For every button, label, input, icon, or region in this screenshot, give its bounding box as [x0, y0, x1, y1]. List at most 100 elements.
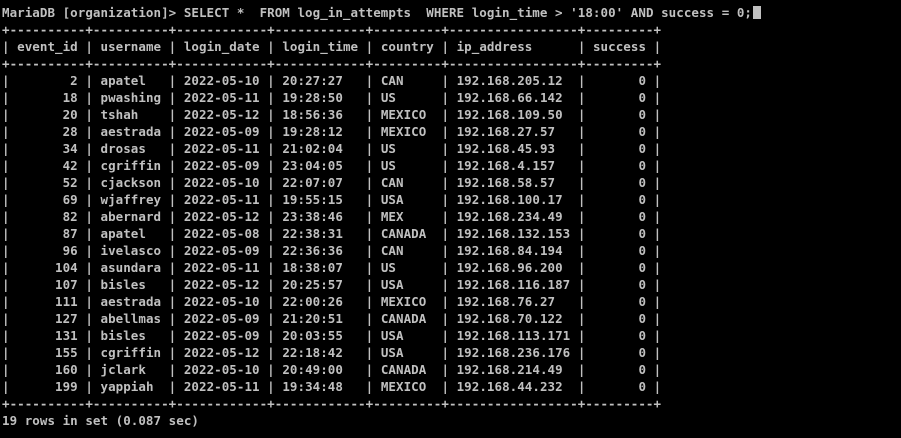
cell-ip-address: 192.168.113.171 — [456, 328, 571, 343]
cell-ip-address: 192.168.66.142 — [456, 90, 571, 105]
cell-login-date: 2022-05-10 — [183, 175, 260, 190]
cell-event-id: 87 — [17, 226, 78, 241]
cell-login-time: 22:36:36 — [282, 243, 359, 258]
cell-login-date: 2022-05-11 — [183, 379, 260, 394]
table-row: | 96 | ivelasco | 2022-05-09 | 22:36:36 … — [2, 243, 662, 258]
cell-ip-address: 192.168.76.27 — [456, 294, 571, 309]
cell-login-time: 18:38:07 — [282, 260, 359, 275]
cell-event-id: 107 — [17, 277, 78, 292]
cell-country: USA — [380, 345, 434, 360]
cell-event-id: 199 — [17, 379, 78, 394]
cell-country: CAN — [380, 73, 434, 88]
cell-login-date: 2022-05-12 — [183, 107, 260, 122]
cell-login-date: 2022-05-10 — [183, 294, 260, 309]
table-row: | 34 | drosas | 2022-05-11 | 21:02:04 | … — [2, 141, 662, 156]
cell-username: yappiah — [100, 379, 162, 394]
cell-login-time: 22:00:26 — [282, 294, 359, 309]
cell-ip-address: 192.168.70.122 — [456, 311, 571, 326]
cell-event-id: 160 — [17, 362, 78, 377]
cell-event-id: 96 — [17, 243, 78, 258]
cell-success: 0 — [592, 362, 647, 377]
cell-event-id: 28 — [17, 124, 78, 139]
cell-success: 0 — [592, 345, 647, 360]
cell-login-time: 19:34:48 — [282, 379, 359, 394]
table-header-row: | event_id | username | login_date | log… — [2, 39, 662, 54]
cell-login-time: 22:38:31 — [282, 226, 359, 241]
cell-success: 0 — [592, 260, 647, 275]
cell-login-date: 2022-05-10 — [183, 362, 260, 377]
cell-username: aestrada — [100, 124, 162, 139]
cell-event-id: 69 — [17, 192, 78, 207]
cell-username: cjackson — [100, 175, 162, 190]
column-header-login-time: login_time — [282, 39, 359, 54]
cell-ip-address: 192.168.45.93 — [456, 141, 571, 156]
cell-login-date: 2022-05-09 — [183, 311, 260, 326]
cell-success: 0 — [592, 277, 647, 292]
cell-login-date: 2022-05-09 — [183, 243, 260, 258]
cell-event-id: 131 — [17, 328, 78, 343]
table-row: | 199 | yappiah | 2022-05-11 | 19:34:48 … — [2, 379, 662, 394]
cell-country: MEXICO — [380, 124, 434, 139]
cell-login-date: 2022-05-11 — [183, 90, 260, 105]
cell-success: 0 — [592, 379, 647, 394]
prompt: MariaDB [organization]> — [2, 5, 184, 20]
cell-country: MEX — [380, 209, 434, 224]
cell-success: 0 — [592, 226, 647, 241]
cell-login-time: 18:56:36 — [282, 107, 359, 122]
table-header-divider: +----------+----------+------------+----… — [2, 56, 662, 71]
cell-login-time: 19:28:12 — [282, 124, 359, 139]
cell-login-time: 23:38:46 — [282, 209, 359, 224]
cell-ip-address: 192.168.100.17 — [456, 192, 571, 207]
cell-username: tshah — [100, 107, 162, 122]
cell-username: apatel — [100, 73, 162, 88]
cell-country: MEXICO — [380, 107, 434, 122]
cell-username: abernard — [100, 209, 162, 224]
cell-ip-address: 192.168.4.157 — [456, 158, 571, 173]
cell-success: 0 — [592, 90, 647, 105]
table-row: | 155 | cgriffin | 2022-05-12 | 22:18:42… — [2, 345, 662, 360]
cell-username: bisles — [100, 328, 162, 343]
table-row: | 18 | pwashing | 2022-05-11 | 19:28:50 … — [2, 90, 662, 105]
cell-event-id: 104 — [17, 260, 78, 275]
sql-command: SELECT * FROM log_in_attempts WHERE logi… — [183, 5, 752, 20]
cell-ip-address: 192.168.96.200 — [456, 260, 571, 275]
cell-username: aestrada — [100, 294, 162, 309]
cell-success: 0 — [592, 243, 647, 258]
cell-country: CANADA — [380, 311, 434, 326]
table-row: | 87 | apatel | 2022-05-08 | 22:38:31 | … — [2, 226, 662, 241]
cell-country: USA — [380, 277, 434, 292]
cell-login-time: 23:04:05 — [282, 158, 359, 173]
cell-login-date: 2022-05-10 — [183, 73, 260, 88]
cell-login-date: 2022-05-12 — [183, 345, 260, 360]
cell-login-time: 21:20:51 — [282, 311, 359, 326]
cell-login-time: 20:03:55 — [282, 328, 359, 343]
terminal-window[interactable]: MariaDB [organization]> SELECT * FROM lo… — [0, 0, 901, 438]
cell-login-date: 2022-05-12 — [183, 209, 260, 224]
cell-event-id: 82 — [17, 209, 78, 224]
cell-login-time: 19:28:50 — [282, 90, 359, 105]
cell-login-time: 19:55:15 — [282, 192, 359, 207]
cell-country: MEXICO — [380, 294, 434, 309]
cell-ip-address: 192.168.205.12 — [456, 73, 571, 88]
table-row: | 127 | abellmas | 2022-05-09 | 21:20:51… — [2, 311, 662, 326]
cell-ip-address: 192.168.44.232 — [456, 379, 571, 394]
cell-username: drosas — [100, 141, 162, 156]
command-line[interactable]: MariaDB [organization]> SELECT * FROM lo… — [2, 4, 761, 21]
cell-event-id: 127 — [17, 311, 78, 326]
text-cursor — [753, 6, 761, 19]
cell-ip-address: 192.168.58.57 — [456, 175, 571, 190]
cell-event-id: 42 — [17, 158, 78, 173]
cell-country: CANADA — [380, 362, 434, 377]
cell-country: CANADA — [380, 226, 434, 241]
cell-username: apatel — [100, 226, 162, 241]
cell-login-date: 2022-05-12 — [183, 277, 260, 292]
table-row: | 104 | asundara | 2022-05-11 | 18:38:07… — [2, 260, 662, 275]
cell-success: 0 — [592, 328, 647, 343]
cell-event-id: 20 — [17, 107, 78, 122]
table-row: | 42 | cgriffin | 2022-05-09 | 23:04:05 … — [2, 158, 662, 173]
cell-ip-address: 192.168.116.187 — [456, 277, 571, 292]
table-row: | 52 | cjackson | 2022-05-10 | 22:07:07 … — [2, 175, 662, 190]
cell-success: 0 — [592, 209, 647, 224]
column-header-success: success — [592, 39, 647, 54]
cell-event-id: 52 — [17, 175, 78, 190]
